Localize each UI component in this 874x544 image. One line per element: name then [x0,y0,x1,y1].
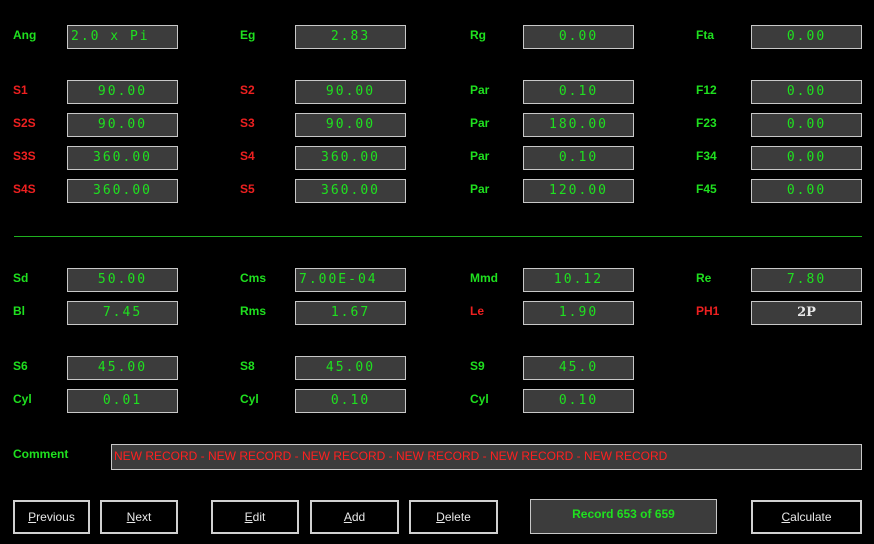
s5-field[interactable]: 360.00 [295,179,406,203]
s4s-field[interactable]: 360.00 [67,179,178,203]
bl-field[interactable]: 7.45 [67,301,178,325]
fta-field[interactable]: 0.00 [751,25,862,49]
delete-button[interactable]: Delete [409,500,498,534]
label-par-4: Par [470,182,490,196]
delete-accel: D [436,510,445,524]
label-ang: Ang [13,28,37,42]
par-4-field[interactable]: 120.00 [523,179,634,203]
label-rg: Rg [470,28,486,42]
mmd-field[interactable]: 10.12 [523,268,634,292]
rg-field[interactable]: 0.00 [523,25,634,49]
label-mmd: Mmd [470,271,498,285]
label-rms: Rms [240,304,267,318]
s8-field[interactable]: 45.00 [295,356,406,380]
eg-field[interactable]: 2.83 [295,25,406,49]
label-cyl-2: Cyl [240,392,259,406]
par-2-field[interactable]: 180.00 [523,113,634,137]
comment-field[interactable]: NEW RECORD - NEW RECORD - NEW RECORD - N… [111,444,862,470]
s3s-field[interactable]: 360.00 [67,146,178,170]
label-f45: F45 [696,182,717,196]
record-status: Record 653 of 659 [530,499,717,534]
s6-field[interactable]: 45.00 [67,356,178,380]
label-cms: Cms [240,271,267,285]
calculate-label: alculate [790,510,832,524]
calculate-button[interactable]: Calculate [751,500,862,534]
label-f34: F34 [696,149,717,163]
delete-label: elete [444,510,471,524]
label-par-3: Par [470,149,490,163]
label-s4: S4 [240,149,255,163]
s4-field[interactable]: 360.00 [295,146,406,170]
s1-field[interactable]: 90.00 [67,80,178,104]
rms-field[interactable]: 1.67 [295,301,406,325]
edit-button[interactable]: Edit [211,500,299,534]
sd-field[interactable]: 50.00 [67,268,178,292]
label-f23: F23 [696,116,717,130]
label-s8: S8 [240,359,255,373]
label-cyl-1: Cyl [13,392,32,406]
f34-field[interactable]: 0.00 [751,146,862,170]
next-button[interactable]: Next [100,500,178,534]
f12-field[interactable]: 0.00 [751,80,862,104]
label-fta: Fta [696,28,714,42]
previous-button[interactable]: Previous [13,500,90,534]
label-re: Re [696,271,712,285]
label-s1: S1 [13,83,28,97]
add-button[interactable]: Add [310,500,399,534]
ph1-field[interactable]: 2P [751,301,862,325]
label-le: Le [470,304,485,318]
label-cyl-3: Cyl [470,392,489,406]
label-s3s: S3S [13,149,36,163]
edit-label: dit [252,510,266,524]
cyl-1-field[interactable]: 0.01 [67,389,178,413]
label-comment: Comment [13,447,69,461]
edit-accel: E [244,510,253,524]
label-par-1: Par [470,83,490,97]
previous-label: revious [36,510,75,524]
label-s2s: S2S [13,116,36,130]
label-s9: S9 [470,359,485,373]
le-field[interactable]: 1.90 [523,301,634,325]
next-label: ext [135,510,152,524]
par-1-field[interactable]: 0.10 [523,80,634,104]
f23-field[interactable]: 0.00 [751,113,862,137]
previous-accel: P [28,510,37,524]
label-eg: Eg [240,28,256,42]
cms-field[interactable]: 7.00E-04 [295,268,406,292]
cyl-2-field[interactable]: 0.10 [295,389,406,413]
calculate-accel: C [781,510,791,524]
label-s5: S5 [240,182,255,196]
label-s6: S6 [13,359,28,373]
label-sd: Sd [13,271,29,285]
cyl-3-field[interactable]: 0.10 [523,389,634,413]
f45-field[interactable]: 0.00 [751,179,862,203]
re-field[interactable]: 7.80 [751,268,862,292]
ang-field[interactable]: 2.0 x Pi [67,25,178,49]
add-accel: A [343,510,352,524]
s2-field[interactable]: 90.00 [295,80,406,104]
label-s2: S2 [240,83,255,97]
s2s-field[interactable]: 90.00 [67,113,178,137]
par-3-field[interactable]: 0.10 [523,146,634,170]
label-s3: S3 [240,116,255,130]
add-label: dd [351,510,366,524]
section-divider [14,236,862,237]
label-s4s: S4S [13,182,36,196]
label-par-2: Par [470,116,490,130]
s3-field[interactable]: 90.00 [295,113,406,137]
label-ph1: PH1 [696,304,720,318]
label-f12: F12 [696,83,717,97]
s9-field[interactable]: 45.0 [523,356,634,380]
label-bl: Bl [13,304,25,318]
